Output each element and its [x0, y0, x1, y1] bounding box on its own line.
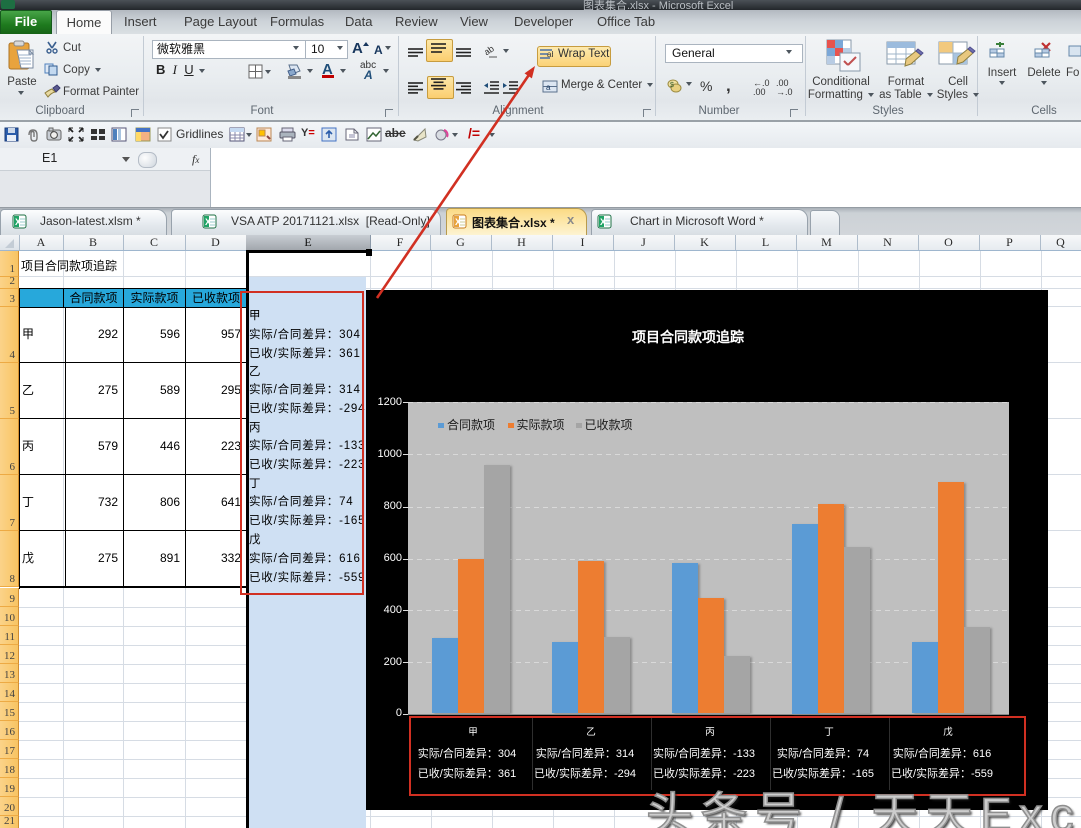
svg-text:ab: ab: [485, 44, 496, 57]
svg-text:$: $: [670, 82, 674, 89]
svg-text:a: a: [546, 83, 551, 92]
svg-text:ab: ab: [547, 50, 553, 59]
